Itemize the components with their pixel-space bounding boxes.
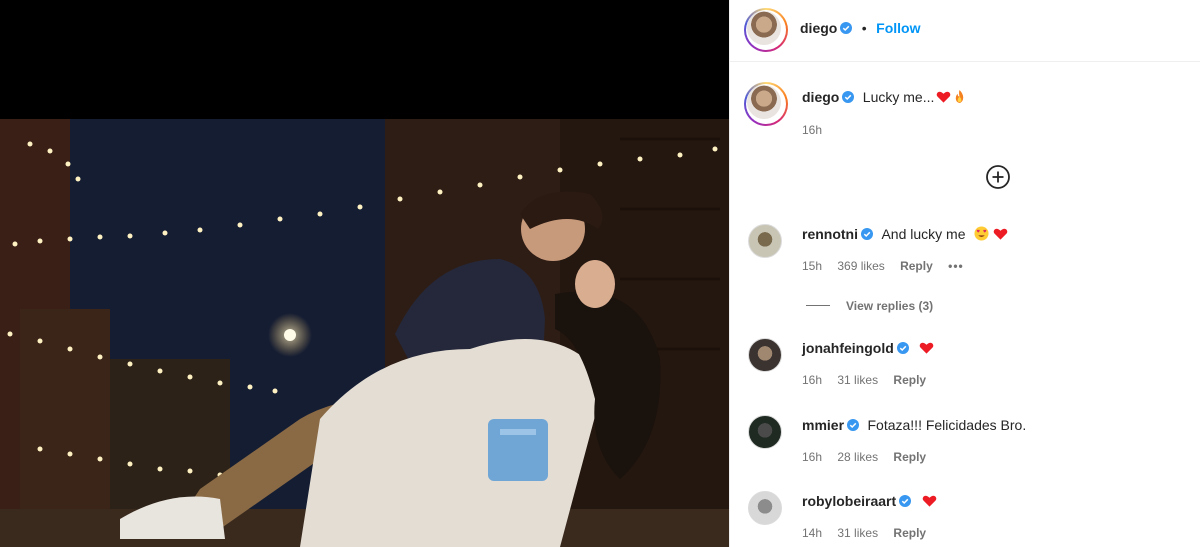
verified-icon [840,22,853,34]
more-options-button[interactable]: ••• [948,259,964,273]
comment-time: 16h [802,450,823,464]
comment-username[interactable]: jonahfeingold [802,340,894,356]
comment-username[interactable]: mmier [802,417,844,433]
caption-line: diego Lucky me... [802,89,966,107]
follow-button[interactable]: Follow [876,20,920,36]
caption-username[interactable]: diego [802,89,839,105]
post-header: diego • Follow [730,0,1200,62]
caption-meta: 16h [802,123,834,137]
comment-time: 15h [802,259,823,273]
view-replies-row[interactable]: View replies (3) [806,297,933,315]
comment-username[interactable]: rennotni [802,226,858,242]
view-replies-line [806,305,830,307]
reply-button[interactable]: Reply [893,373,926,387]
post-side-panel: diego • Follow diego Lucky me... 16h ren… [729,0,1200,547]
comment-likes[interactable]: 369 likes [837,259,884,273]
comment-text: And lucky me [881,226,966,242]
comment-line: jonahfeingold [802,340,934,358]
separator-dot: • [861,20,867,36]
comment-meta: 15h 369 likes Reply ••• [802,259,976,273]
author-line: diego • Follow [800,20,920,38]
verified-icon [899,495,912,507]
author-username[interactable]: diego [800,20,837,36]
comment-time: 16h [802,373,823,387]
reply-button[interactable]: Reply [893,450,926,464]
plus-circle-icon[interactable] [985,164,1011,190]
fire-emoji-icon [956,90,964,103]
verified-icon [842,91,855,103]
verified-icon [861,228,873,240]
commenter-avatar[interactable] [748,491,782,525]
author-avatar[interactable] [744,8,788,52]
commenter-avatar[interactable] [748,415,782,449]
comment-likes[interactable]: 31 likes [837,526,878,540]
heart-emoji-icon [993,228,1008,240]
post-photo[interactable] [0,119,729,547]
comment-line: mmier Fotaza!!! Felicidades Bro. [802,417,1026,435]
comment-meta: 16h 28 likes Reply [802,450,938,464]
comment-line: rennotni And lucky me [802,226,1008,244]
view-replies-button[interactable]: View replies (3) [846,299,933,313]
heart-emoji-icon [919,342,934,354]
reply-button[interactable]: Reply [900,259,933,273]
reply-button[interactable]: Reply [893,526,926,540]
caption-avatar[interactable] [744,82,788,126]
comment-likes[interactable]: 28 likes [837,450,878,464]
comment-line: robylobeiraart [802,493,937,511]
caption-text: Lucky me... [862,89,935,105]
comment-username[interactable]: robylobeiraart [802,493,896,509]
verified-icon [896,342,909,354]
commenter-avatar[interactable] [748,224,782,258]
comment-meta: 16h 31 likes Reply [802,373,938,387]
comment-time: 14h [802,526,823,540]
heart-eyes-emoji-icon [974,226,989,241]
heart-emoji-icon [937,91,951,103]
caption-time: 16h [802,123,823,137]
comment-likes[interactable]: 31 likes [837,373,878,387]
heart-emoji-icon [922,495,936,507]
comment-text: Fotaza!!! Felicidades Bro. [867,417,1027,433]
commenter-avatar[interactable] [748,338,782,372]
couple-kissing-photo [0,119,729,547]
comment-meta: 14h 31 likes Reply [802,526,938,540]
post-media[interactable] [0,0,729,547]
verified-icon [847,419,860,431]
